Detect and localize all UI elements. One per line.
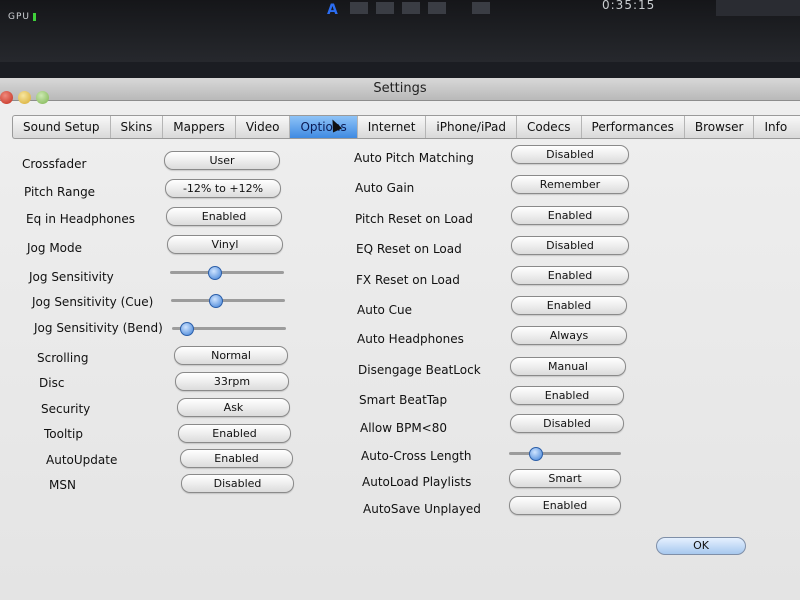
desktop-top-bar: GPU A 0:35:15 [0, 0, 800, 62]
gpu-indicator: GPU [8, 12, 36, 22]
tab-sound-setup[interactable]: Sound Setup [13, 116, 111, 138]
allow-bpm-label: Allow BPM<80 [360, 421, 447, 435]
jog-sensitivity-label: Jog Sensitivity [29, 270, 114, 284]
meter-block [350, 2, 368, 14]
autoload-playlists-button[interactable]: Smart [509, 469, 621, 488]
auto-cue-button[interactable]: Enabled [511, 296, 627, 315]
top-right-panel [716, 0, 800, 16]
app-logo-letter: A [327, 2, 338, 18]
slider-thumb[interactable] [180, 322, 194, 336]
autoupdate-button[interactable]: Enabled [180, 449, 293, 468]
eq-in-headphones-label: Eq in Headphones [26, 212, 135, 226]
security-button[interactable]: Ask [177, 398, 290, 417]
auto-pitch-matching-button[interactable]: Disabled [511, 145, 629, 164]
ok-button[interactable]: OK [656, 537, 746, 555]
jog-sensitivity-bend-label: Jog Sensitivity (Bend) [34, 321, 163, 335]
gpu-led-icon [33, 12, 36, 21]
slider-track [171, 299, 285, 302]
autosave-unplayed-label: AutoSave Unplayed [363, 502, 481, 516]
jog-sensitivity-slider[interactable] [170, 266, 284, 280]
crossfader-label: Crossfader [22, 157, 87, 171]
tab-performances[interactable]: Performances [582, 116, 685, 138]
settings-window: Settings Sound Setup Skins Mappers Video… [0, 78, 800, 600]
meter-block [472, 2, 490, 14]
meter-block [428, 2, 446, 14]
options-panel: Crossfader User Pitch Range -12% to +12%… [0, 140, 800, 600]
auto-cross-length-slider[interactable] [509, 447, 621, 461]
slider-track [509, 452, 621, 455]
auto-cue-label: Auto Cue [357, 303, 413, 317]
eq-in-headphones-button[interactable]: Enabled [166, 207, 282, 226]
fx-reset-on-load-label: FX Reset on Load [356, 273, 460, 287]
auto-headphones-button[interactable]: Always [511, 326, 627, 345]
pitch-reset-on-load-label: Pitch Reset on Load [355, 212, 473, 226]
auto-pitch-matching-label: Auto Pitch Matching [354, 151, 474, 165]
smart-beattap-button[interactable]: Enabled [510, 386, 624, 405]
gpu-label: GPU [8, 12, 30, 22]
window-titlebar[interactable]: Settings [0, 78, 800, 104]
tab-video[interactable]: Video [236, 116, 291, 138]
eq-reset-on-load-button[interactable]: Disabled [511, 236, 629, 255]
level-meters [350, 0, 500, 18]
disc-label: Disc [39, 376, 65, 390]
security-label: Security [41, 402, 91, 416]
jog-sensitivity-cue-slider[interactable] [171, 294, 285, 308]
eq-reset-on-load-label: EQ Reset on Load [356, 242, 462, 256]
tab-iphone-ipad[interactable]: iPhone/iPad [426, 116, 517, 138]
auto-gain-label: Auto Gain [355, 181, 415, 195]
slider-thumb[interactable] [529, 447, 543, 461]
pitch-range-label: Pitch Range [24, 185, 96, 199]
scrolling-button[interactable]: Normal [174, 346, 288, 365]
jog-sensitivity-cue-label: Jog Sensitivity (Cue) [32, 295, 154, 309]
disc-button[interactable]: 33rpm [175, 372, 289, 391]
autosave-unplayed-button[interactable]: Enabled [509, 496, 621, 515]
pitch-range-button[interactable]: -12% to +12% [165, 179, 281, 198]
autoupdate-label: AutoUpdate [46, 453, 118, 467]
tooltip-label: Tooltip [44, 427, 83, 441]
clock-readout: 0:35:15 [602, 0, 656, 12]
tab-codecs[interactable]: Codecs [517, 116, 582, 138]
tab-internet[interactable]: Internet [358, 116, 427, 138]
jog-mode-button[interactable]: Vinyl [167, 235, 283, 254]
jog-sensitivity-bend-slider[interactable] [172, 322, 286, 336]
tab-info[interactable]: Info [754, 116, 797, 138]
msn-label: MSN [49, 478, 76, 492]
tab-bar: Sound Setup Skins Mappers Video Options … [12, 115, 800, 139]
scrolling-label: Scrolling [37, 351, 89, 365]
slider-thumb[interactable] [209, 294, 223, 308]
tab-skins[interactable]: Skins [111, 116, 164, 138]
jog-mode-label: Jog Mode [27, 241, 83, 255]
slider-track [170, 271, 284, 274]
smart-beattap-label: Smart BeatTap [359, 393, 448, 407]
auto-gain-button[interactable]: Remember [511, 175, 629, 194]
window-title: Settings [373, 81, 427, 96]
pitch-reset-on-load-button[interactable]: Enabled [511, 206, 629, 225]
tooltip-button[interactable]: Enabled [178, 424, 291, 443]
msn-button[interactable]: Disabled [181, 474, 294, 493]
auto-cross-length-label: Auto-Cross Length [361, 449, 472, 463]
meter-block [402, 2, 420, 14]
slider-thumb[interactable] [208, 266, 222, 280]
disengage-beatlock-button[interactable]: Manual [510, 357, 626, 376]
tab-options[interactable]: Options [290, 116, 358, 138]
tab-mappers[interactable]: Mappers [163, 116, 236, 138]
allow-bpm-button[interactable]: Disabled [510, 414, 624, 433]
meter-block [376, 2, 394, 14]
autoload-playlists-label: AutoLoad Playlists [362, 475, 472, 489]
crossfader-button[interactable]: User [164, 151, 280, 170]
tab-browser[interactable]: Browser [685, 116, 755, 138]
disengage-beatlock-label: Disengage BeatLock [358, 363, 481, 377]
fx-reset-on-load-button[interactable]: Enabled [511, 266, 629, 285]
auto-headphones-label: Auto Headphones [357, 332, 464, 346]
